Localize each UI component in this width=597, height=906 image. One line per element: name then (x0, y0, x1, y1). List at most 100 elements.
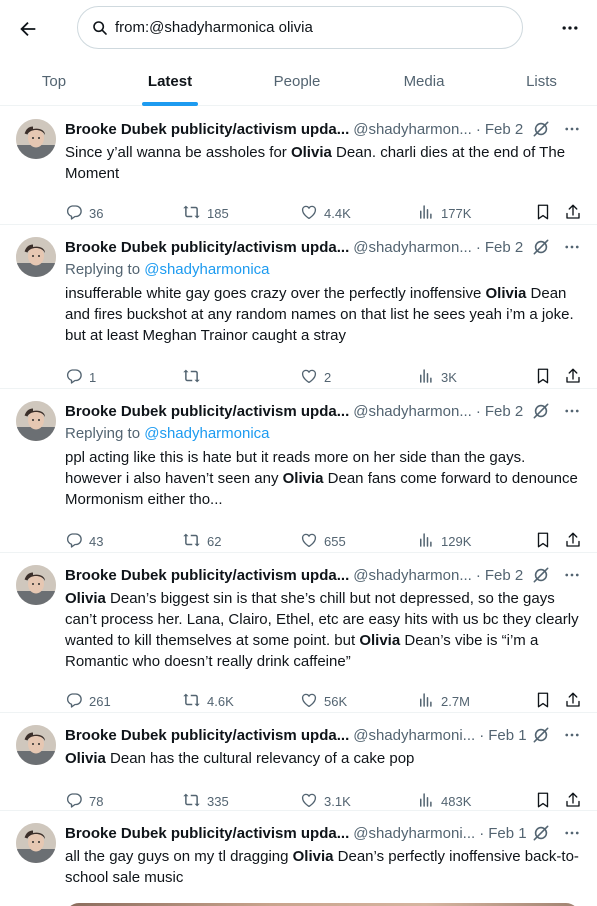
tweet[interactable]: Brooke Dubek publicity/activism upda... @… (0, 225, 597, 389)
views-button[interactable]: 177K (417, 203, 471, 224)
more-options-icon[interactable] (556, 14, 584, 42)
tab-label: Latest (147, 72, 193, 90)
bookmark-button[interactable] (534, 791, 552, 812)
tab-label: People (273, 72, 321, 90)
tweet-time[interactable]: Feb 2 (485, 239, 523, 256)
tweet-time[interactable]: Feb 2 (485, 121, 523, 138)
grok-icon[interactable] (531, 237, 551, 257)
tab-latest[interactable]: Latest (108, 56, 232, 106)
grok-icon[interactable] (531, 725, 551, 745)
avatar[interactable] (16, 565, 56, 605)
tweet-time[interactable]: Feb 1 (488, 825, 526, 842)
replying-to-label: Replying to (65, 425, 145, 442)
repost-button[interactable]: 185 (182, 203, 229, 224)
bookmark-button[interactable] (534, 531, 552, 552)
tab-people[interactable]: People (232, 56, 362, 106)
reply-button[interactable]: 1 (65, 367, 96, 388)
author-handle[interactable]: @shadyharmon... (353, 239, 472, 256)
like-button[interactable]: 3.1K (300, 791, 351, 812)
bookmark-button[interactable] (534, 691, 552, 712)
grok-icon[interactable] (531, 119, 551, 139)
tab-top[interactable]: Top (0, 56, 108, 106)
tweet[interactable]: Brooke Dubek publicity/activism upda... @… (0, 811, 597, 906)
tab-lists[interactable]: Lists (486, 56, 597, 106)
avatar[interactable] (16, 823, 56, 863)
author-name[interactable]: Brooke Dubek publicity/activism upda... (65, 727, 349, 744)
share-button[interactable] (564, 203, 582, 224)
grok-icon[interactable] (531, 401, 551, 421)
reply-button[interactable]: 43 (65, 531, 103, 552)
tweet[interactable]: Brooke Dubek publicity/activism upda... @… (0, 713, 597, 811)
tweet[interactable]: Brooke Dubek publicity/activism upda... @… (0, 389, 597, 553)
search-tabs: Top Latest People Media Lists (0, 56, 597, 106)
avatar[interactable] (16, 237, 56, 277)
tweet[interactable]: Brooke Dubek publicity/activism upda... @… (0, 553, 597, 713)
tweet-header-icons (531, 237, 581, 257)
views-icon (417, 367, 435, 388)
tweet-time[interactable]: Feb 1 (488, 727, 526, 744)
search-input[interactable] (115, 19, 495, 36)
tweet[interactable]: Brooke Dubek publicity/activism upda... @… (0, 107, 597, 225)
more-icon[interactable] (563, 824, 581, 842)
avatar[interactable] (16, 401, 56, 441)
more-icon[interactable] (563, 402, 581, 420)
author-handle[interactable]: @shadyharmoni... (353, 825, 475, 842)
views-icon (417, 791, 435, 812)
more-icon[interactable] (563, 566, 581, 584)
author-name[interactable]: Brooke Dubek publicity/activism upda... (65, 403, 349, 420)
tweet-body: Brooke Dubek publicity/activism upda... @… (65, 237, 585, 385)
share-button[interactable] (564, 691, 582, 712)
tweet-text: Since y’all wanna be assholes for Olivia… (65, 142, 585, 184)
reply-button[interactable]: 78 (65, 791, 103, 812)
author-handle[interactable]: @shadyharmoni... (353, 727, 475, 744)
tweet-time[interactable]: Feb 2 (485, 403, 523, 420)
grok-icon[interactable] (531, 565, 551, 585)
views-button[interactable]: 2.7M (417, 691, 470, 712)
reply-icon (65, 367, 83, 388)
tab-media[interactable]: Media (362, 56, 486, 106)
author-handle[interactable]: @shadyharmon... (353, 403, 472, 420)
like-button[interactable]: 655 (300, 531, 346, 552)
grok-icon[interactable] (531, 823, 551, 843)
search-icon (93, 20, 107, 35)
bookmark-icon (534, 203, 552, 224)
repost-button[interactable]: 335 (182, 791, 229, 812)
author-handle[interactable]: @shadyharmon... (353, 121, 472, 138)
views-button[interactable]: 483K (417, 791, 471, 812)
author-name[interactable]: Brooke Dubek publicity/activism upda... (65, 567, 349, 584)
tweet-body: Brooke Dubek publicity/activism upda... @… (65, 119, 585, 221)
like-button[interactable]: 56K (300, 691, 347, 712)
author-handle[interactable]: @shadyharmon... (353, 567, 472, 584)
bookmark-button[interactable] (534, 203, 552, 224)
back-arrow-icon[interactable] (14, 15, 42, 43)
author-name[interactable]: Brooke Dubek publicity/activism upda... (65, 121, 349, 138)
reply-button[interactable]: 261 (65, 691, 111, 712)
reply-icon (65, 203, 83, 224)
reply-count: 36 (89, 206, 104, 221)
repost-button[interactable]: 62 (182, 531, 221, 552)
replying-to-handle[interactable]: @shadyharmonica (144, 425, 269, 442)
more-icon[interactable] (563, 120, 581, 138)
repost-count: 185 (207, 206, 229, 221)
like-button[interactable]: 4.4K (300, 203, 351, 224)
author-name[interactable]: Brooke Dubek publicity/activism upda... (65, 239, 349, 256)
replying-to-handle[interactable]: @shadyharmonica (144, 261, 269, 278)
reply-button[interactable]: 36 (65, 203, 103, 224)
author-name[interactable]: Brooke Dubek publicity/activism upda... (65, 825, 349, 842)
views-button[interactable]: 129K (417, 531, 471, 552)
repost-button[interactable] (182, 367, 207, 388)
share-button[interactable] (564, 791, 582, 812)
more-icon[interactable] (563, 726, 581, 744)
bookmark-button[interactable] (534, 367, 552, 388)
share-button[interactable] (564, 531, 582, 552)
avatar[interactable] (16, 725, 56, 765)
more-icon[interactable] (563, 238, 581, 256)
like-button[interactable]: 2 (300, 367, 331, 388)
repost-button[interactable]: 4.6K (182, 691, 234, 712)
share-button[interactable] (564, 367, 582, 388)
views-button[interactable]: 3K (417, 367, 457, 388)
avatar[interactable] (16, 119, 56, 159)
search-box[interactable] (77, 6, 523, 49)
tweet-time[interactable]: Feb 2 (485, 567, 523, 584)
views-count: 483K (441, 794, 472, 809)
